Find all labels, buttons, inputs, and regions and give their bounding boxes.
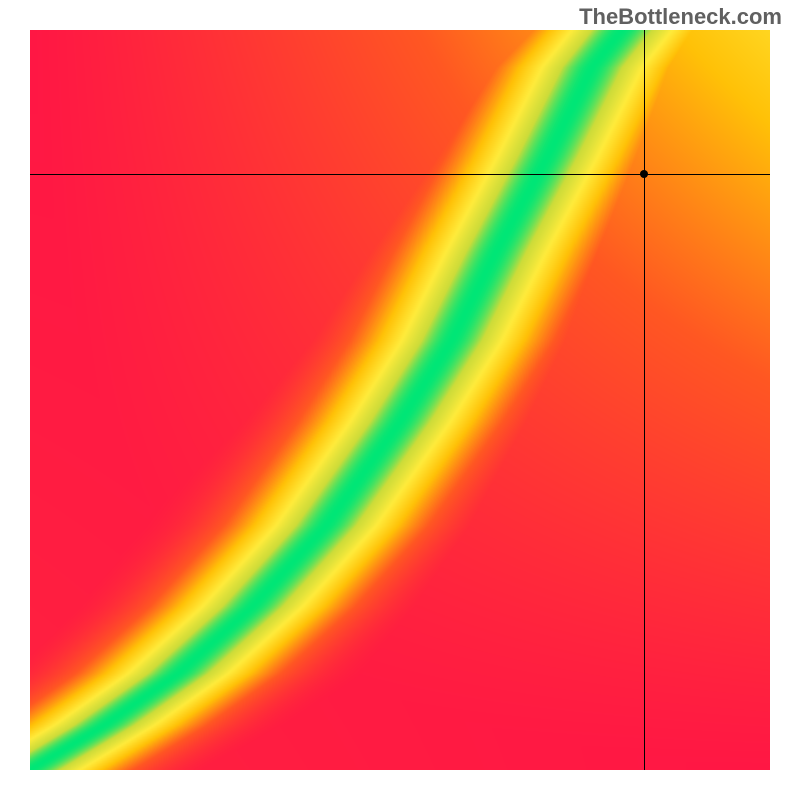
crosshair-vertical — [644, 30, 645, 770]
heatmap-plot — [30, 30, 770, 770]
watermark-text: TheBottleneck.com — [579, 4, 782, 30]
crosshair-horizontal — [30, 174, 770, 175]
marker-dot — [640, 170, 648, 178]
heatmap-canvas — [30, 30, 770, 770]
